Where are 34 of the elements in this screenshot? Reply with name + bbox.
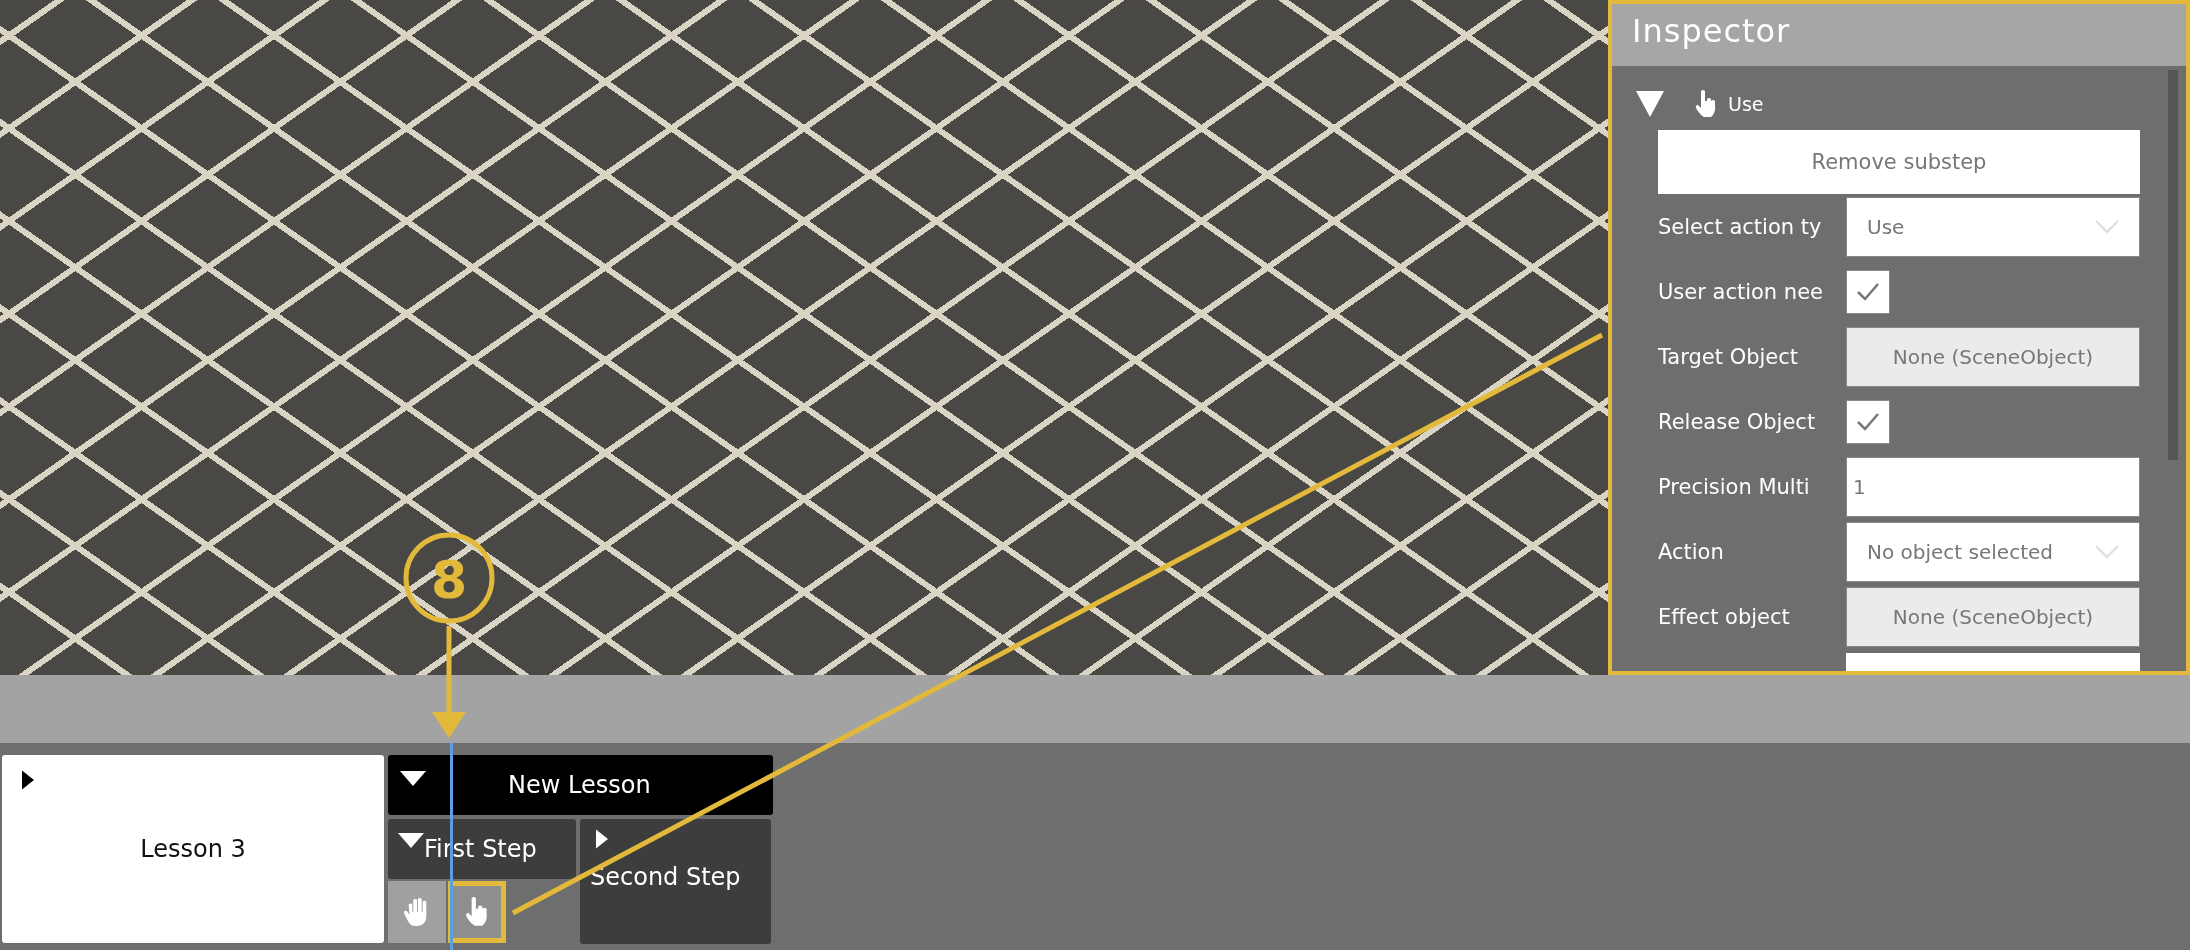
object-field[interactable]: None (SceneObject)	[1846, 587, 2140, 647]
lesson-label: Lesson 3	[140, 835, 246, 863]
scrollbar[interactable]	[2168, 70, 2178, 460]
checkbox[interactable]	[1846, 400, 1890, 444]
dropdown-field[interactable]: No object selected	[1846, 522, 2140, 582]
input-field[interactable]: 1	[1846, 457, 2140, 517]
expand-triangle-icon[interactable]	[398, 832, 424, 848]
lesson-header[interactable]: New Lesson	[388, 755, 773, 815]
field-label: Action	[1658, 540, 1725, 564]
checkmark-icon	[1856, 412, 1880, 432]
expand-triangle-icon[interactable]	[22, 770, 34, 790]
callout-number: 8	[430, 550, 468, 610]
panel-title: Inspector	[1612, 4, 2186, 66]
substep-label: Use	[1728, 93, 1764, 115]
field-label: Target Object	[1658, 345, 1800, 369]
field-label: Release Object	[1658, 410, 1817, 434]
object-field[interactable]: None (SceneObject)	[1846, 327, 2140, 387]
lesson-title: New Lesson	[508, 771, 651, 799]
dropdown-field[interactable]: Use	[1846, 197, 2140, 257]
field-label: Select action ty	[1658, 215, 1823, 239]
chevron-down-icon	[2095, 220, 2119, 234]
substep-button[interactable]	[448, 881, 506, 943]
field-label: Effect object	[1658, 605, 1791, 629]
checkmark-icon	[1856, 282, 1880, 302]
remove-substep-button[interactable]: Remove substep	[1658, 130, 2140, 194]
lesson-card[interactable]: Lesson 3	[2, 755, 384, 943]
expand-triangle-icon[interactable]	[596, 829, 608, 849]
chevron-down-icon	[2095, 545, 2119, 559]
pointing-hand-icon	[1694, 89, 1718, 119]
substep-button[interactable]	[388, 881, 446, 943]
checkbox[interactable]	[1846, 270, 1890, 314]
field-label: Precision Multi	[1658, 475, 1811, 499]
expand-triangle-icon[interactable]	[400, 770, 426, 786]
field-label: User action nee	[1658, 280, 1824, 304]
